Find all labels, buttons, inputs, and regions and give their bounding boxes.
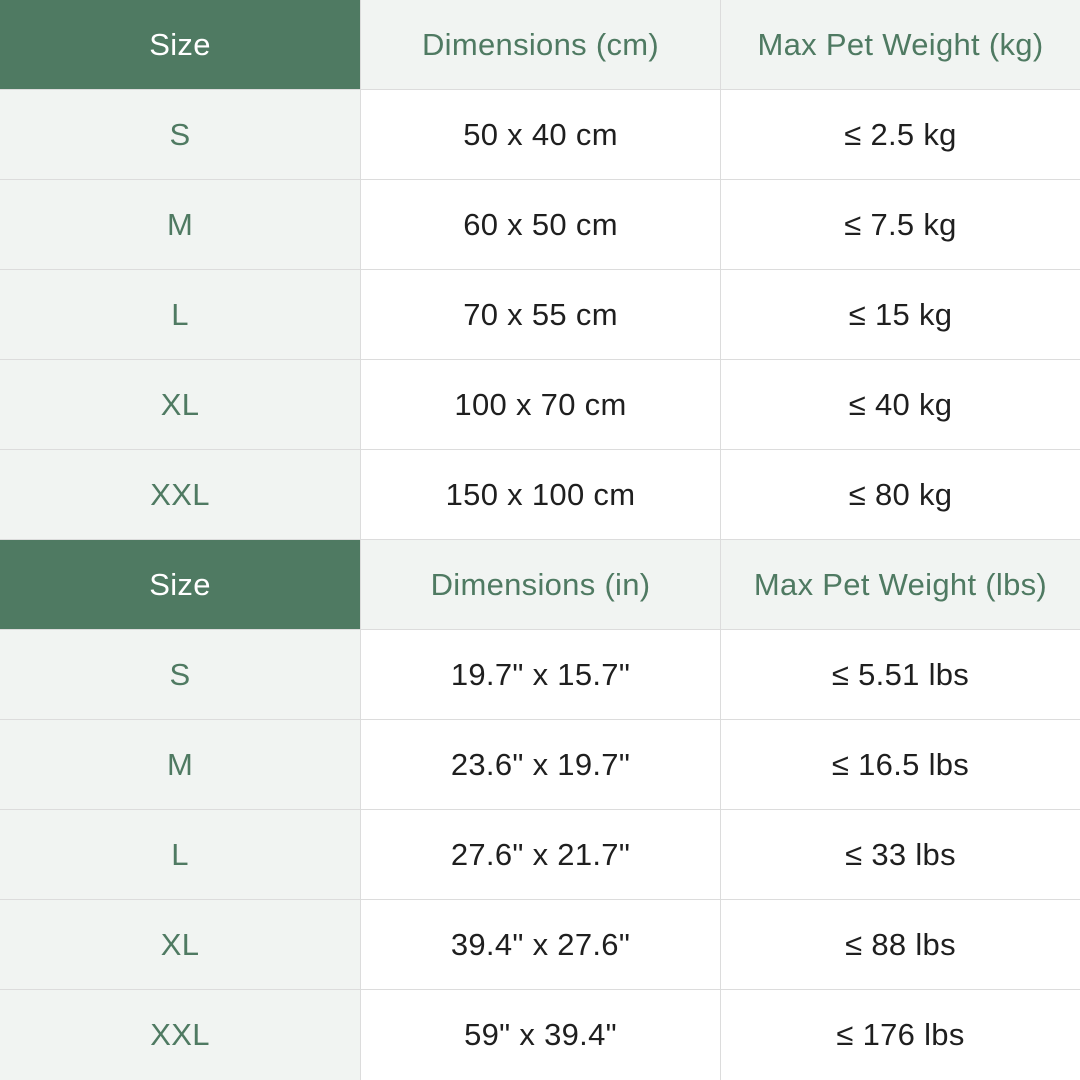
imperial-header-row: Size Dimensions (in) Max Pet Weight (lbs… bbox=[0, 540, 1080, 630]
size-cell: XXL bbox=[0, 990, 360, 1080]
imperial-header-size: Size bbox=[0, 540, 360, 629]
size-cell: XL bbox=[0, 900, 360, 989]
table-row: L 27.6" x 21.7" ≤ 33 lbs bbox=[0, 810, 1080, 900]
dimensions-cell: 39.4" x 27.6" bbox=[360, 900, 720, 989]
weight-cell: ≤ 33 lbs bbox=[720, 810, 1080, 899]
table-row: S 19.7" x 15.7" ≤ 5.51 lbs bbox=[0, 630, 1080, 720]
weight-cell: ≤ 16.5 lbs bbox=[720, 720, 1080, 809]
table-row: XXL 150 x 100 cm ≤ 80 kg bbox=[0, 450, 1080, 540]
imperial-header-dimensions: Dimensions (in) bbox=[360, 540, 720, 629]
size-cell: M bbox=[0, 180, 360, 269]
size-cell: L bbox=[0, 270, 360, 359]
table-row: XXL 59" x 39.4" ≤ 176 lbs bbox=[0, 990, 1080, 1080]
dimensions-cell: 59" x 39.4" bbox=[360, 990, 720, 1080]
dimensions-cell: 70 x 55 cm bbox=[360, 270, 720, 359]
weight-cell: ≤ 88 lbs bbox=[720, 900, 1080, 989]
size-cell: L bbox=[0, 810, 360, 899]
dimensions-cell: 150 x 100 cm bbox=[360, 450, 720, 539]
imperial-header-weight: Max Pet Weight (lbs) bbox=[720, 540, 1080, 629]
weight-cell: ≤ 5.51 lbs bbox=[720, 630, 1080, 719]
dimensions-cell: 23.6" x 19.7" bbox=[360, 720, 720, 809]
weight-cell: ≤ 40 kg bbox=[720, 360, 1080, 449]
dimensions-cell: 60 x 50 cm bbox=[360, 180, 720, 269]
dimensions-cell: 100 x 70 cm bbox=[360, 360, 720, 449]
table-row: XL 39.4" x 27.6" ≤ 88 lbs bbox=[0, 900, 1080, 990]
weight-cell: ≤ 7.5 kg bbox=[720, 180, 1080, 269]
size-cell: XXL bbox=[0, 450, 360, 539]
weight-cell: ≤ 176 lbs bbox=[720, 990, 1080, 1080]
table-row: L 70 x 55 cm ≤ 15 kg bbox=[0, 270, 1080, 360]
weight-cell: ≤ 15 kg bbox=[720, 270, 1080, 359]
metric-header-weight: Max Pet Weight (kg) bbox=[720, 0, 1080, 89]
weight-cell: ≤ 80 kg bbox=[720, 450, 1080, 539]
table-row: S 50 x 40 cm ≤ 2.5 kg bbox=[0, 90, 1080, 180]
size-cell: M bbox=[0, 720, 360, 809]
dimensions-cell: 50 x 40 cm bbox=[360, 90, 720, 179]
table-row: M 60 x 50 cm ≤ 7.5 kg bbox=[0, 180, 1080, 270]
weight-cell: ≤ 2.5 kg bbox=[720, 90, 1080, 179]
dimensions-cell: 27.6" x 21.7" bbox=[360, 810, 720, 899]
size-cell: S bbox=[0, 630, 360, 719]
metric-header-row: Size Dimensions (cm) Max Pet Weight (kg) bbox=[0, 0, 1080, 90]
size-cell: XL bbox=[0, 360, 360, 449]
table-row: M 23.6" x 19.7" ≤ 16.5 lbs bbox=[0, 720, 1080, 810]
table-row: XL 100 x 70 cm ≤ 40 kg bbox=[0, 360, 1080, 450]
size-chart: Size Dimensions (cm) Max Pet Weight (kg)… bbox=[0, 0, 1080, 1080]
size-cell: S bbox=[0, 90, 360, 179]
dimensions-cell: 19.7" x 15.7" bbox=[360, 630, 720, 719]
metric-header-dimensions: Dimensions (cm) bbox=[360, 0, 720, 89]
metric-header-size: Size bbox=[0, 0, 360, 89]
